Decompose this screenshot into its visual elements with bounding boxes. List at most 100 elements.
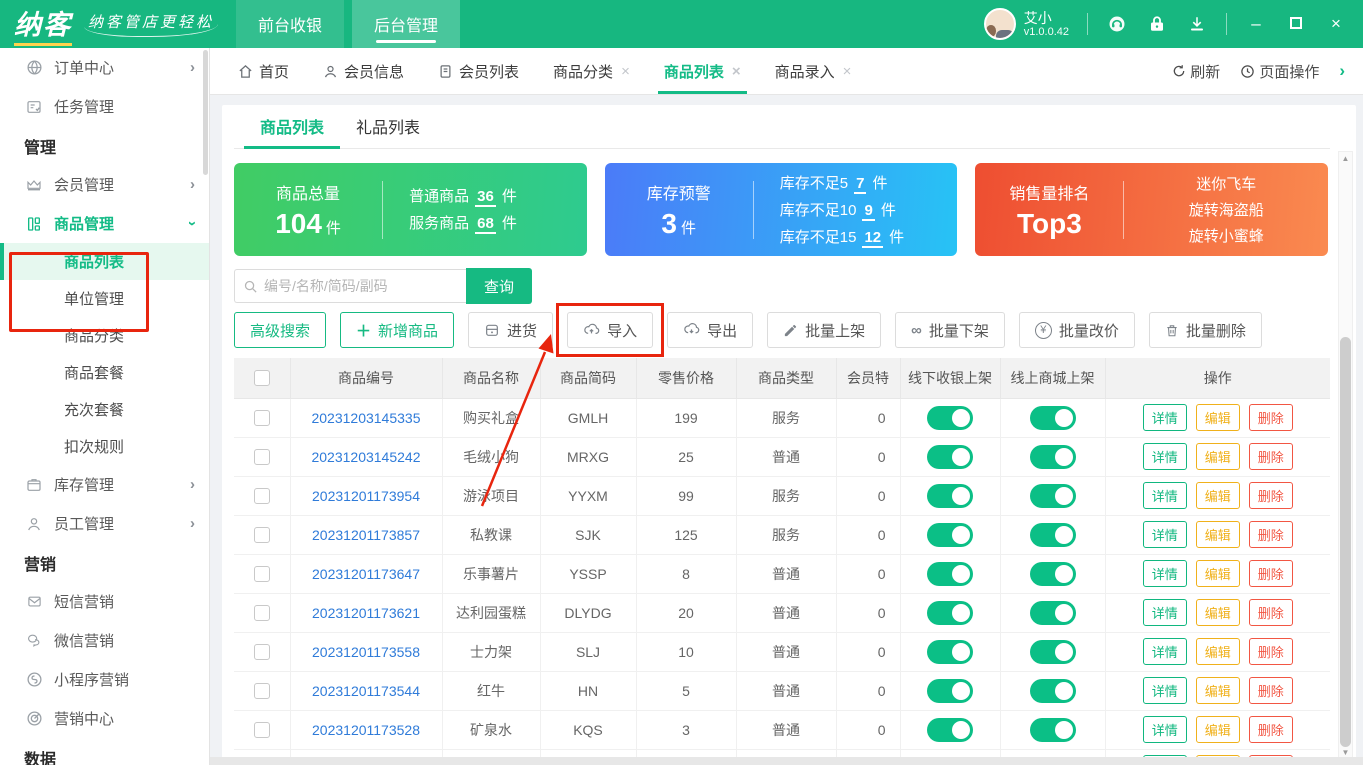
- sidebar-item-task-mgmt[interactable]: 任务管理: [0, 87, 209, 126]
- delete-button[interactable]: 删除: [1249, 638, 1293, 665]
- close-icon[interactable]: ×: [843, 63, 852, 80]
- sidebar-item-marketing-center[interactable]: 营销中心: [0, 699, 209, 738]
- detail-button[interactable]: 详情: [1143, 443, 1187, 470]
- offline-shelf-toggle[interactable]: [927, 640, 973, 664]
- panel-tab-goods-list[interactable]: 商品列表: [244, 104, 340, 148]
- sidebar-item-wechat-marketing[interactable]: 微信营销: [0, 621, 209, 660]
- delete-button[interactable]: 删除: [1249, 521, 1293, 548]
- online-shelf-toggle[interactable]: [1030, 562, 1076, 586]
- detail-button[interactable]: 详情: [1143, 482, 1187, 509]
- chevron-right-icon[interactable]: ›: [1339, 61, 1345, 81]
- delete-button[interactable]: 删除: [1249, 599, 1293, 626]
- online-shelf-toggle[interactable]: [1030, 718, 1076, 742]
- online-shelf-toggle[interactable]: [1030, 679, 1076, 703]
- nav-back-office[interactable]: 后台管理: [352, 0, 460, 48]
- batch-delete-button[interactable]: 批量删除: [1149, 312, 1262, 348]
- edit-button[interactable]: 编辑: [1196, 560, 1240, 587]
- offline-shelf-toggle[interactable]: [927, 718, 973, 742]
- goods-code-link[interactable]: 20231201173647: [312, 566, 420, 582]
- sidebar-item-miniapp-marketing[interactable]: 小程序营销: [0, 660, 209, 699]
- close-button[interactable]: ×: [1325, 14, 1347, 34]
- detail-button[interactable]: 详情: [1143, 638, 1187, 665]
- query-button[interactable]: 查询: [466, 268, 532, 304]
- online-shelf-toggle[interactable]: [1030, 445, 1076, 469]
- sidebar-subitem-goods-list[interactable]: 商品列表: [0, 243, 209, 280]
- edit-button[interactable]: 编辑: [1196, 443, 1240, 470]
- sidebar-item-order-center[interactable]: 订单中心 ›: [0, 48, 209, 87]
- goods-code-link[interactable]: 20231201173544: [312, 683, 420, 699]
- purchase-button[interactable]: 进货: [468, 312, 553, 348]
- row-checkbox[interactable]: [254, 449, 270, 465]
- sidebar-item-staff-mgmt[interactable]: 员工管理 ›: [0, 504, 209, 543]
- row-checkbox[interactable]: [254, 527, 270, 543]
- sidebar-subitem-deduct-rule[interactable]: 扣次规则: [0, 428, 209, 465]
- goods-code-link[interactable]: 20231201173528: [312, 722, 420, 738]
- delete-button[interactable]: 删除: [1249, 443, 1293, 470]
- online-shelf-toggle[interactable]: [1030, 406, 1076, 430]
- goods-code-link[interactable]: 20231203145242: [311, 449, 420, 465]
- online-shelf-toggle[interactable]: [1030, 523, 1076, 547]
- close-icon[interactable]: ×: [621, 63, 630, 80]
- offline-shelf-toggle[interactable]: [927, 484, 973, 508]
- sidebar-item-sms-marketing[interactable]: 短信营销: [0, 582, 209, 621]
- online-shelf-toggle[interactable]: [1030, 601, 1076, 625]
- edit-button[interactable]: 编辑: [1196, 599, 1240, 626]
- lock-icon[interactable]: [1146, 13, 1168, 35]
- offline-shelf-toggle[interactable]: [927, 562, 973, 586]
- row-checkbox[interactable]: [254, 566, 270, 582]
- tab-goods-entry[interactable]: 商品录入 ×: [775, 48, 852, 94]
- row-checkbox[interactable]: [254, 410, 270, 426]
- detail-button[interactable]: 详情: [1143, 599, 1187, 626]
- tab-goods-list[interactable]: 商品列表 ×: [664, 48, 741, 94]
- batch-price-button[interactable]: ¥ 批量改价: [1019, 312, 1135, 348]
- edit-button[interactable]: 编辑: [1196, 404, 1240, 431]
- offline-shelf-toggle[interactable]: [927, 523, 973, 547]
- offline-shelf-toggle[interactable]: [927, 679, 973, 703]
- detail-button[interactable]: 详情: [1143, 677, 1187, 704]
- scroll-up-arrow[interactable]: ▲: [1339, 152, 1352, 166]
- goods-code-link[interactable]: 20231201173621: [312, 605, 420, 621]
- row-checkbox[interactable]: [254, 605, 270, 621]
- sidebar-subitem-unit-mgmt[interactable]: 单位管理: [0, 280, 209, 317]
- tab-goods-category[interactable]: 商品分类 ×: [553, 48, 630, 94]
- import-button[interactable]: 导入: [567, 312, 653, 348]
- nav-front-cashier[interactable]: 前台收银: [236, 0, 344, 48]
- sidebar-subitem-goods-category[interactable]: 商品分类: [0, 317, 209, 354]
- delete-button[interactable]: 删除: [1249, 716, 1293, 743]
- delete-button[interactable]: 删除: [1249, 677, 1293, 704]
- row-checkbox[interactable]: [254, 683, 270, 699]
- row-checkbox[interactable]: [254, 722, 270, 738]
- edit-button[interactable]: 编辑: [1196, 482, 1240, 509]
- detail-button[interactable]: 详情: [1143, 716, 1187, 743]
- download-icon[interactable]: [1186, 13, 1208, 35]
- sidebar-item-goods-mgmt[interactable]: 商品管理 ›: [0, 204, 209, 243]
- export-button[interactable]: 导出: [667, 312, 753, 348]
- edit-button[interactable]: 编辑: [1196, 716, 1240, 743]
- sidebar-item-member-mgmt[interactable]: 会员管理 ›: [0, 165, 209, 204]
- online-shelf-toggle[interactable]: [1030, 640, 1076, 664]
- support-headset-icon[interactable]: [1106, 13, 1128, 35]
- scrollbar-thumb[interactable]: [1340, 337, 1351, 747]
- sidebar-subitem-goods-package[interactable]: 商品套餐: [0, 354, 209, 391]
- row-checkbox[interactable]: [254, 644, 270, 660]
- offline-shelf-toggle[interactable]: [927, 601, 973, 625]
- edit-button[interactable]: 编辑: [1196, 521, 1240, 548]
- tab-member-list[interactable]: 会员列表: [438, 48, 519, 94]
- tab-home[interactable]: 首页: [238, 48, 289, 94]
- close-icon[interactable]: ×: [732, 63, 741, 80]
- sidebar-subitem-recharge-package[interactable]: 充次套餐: [0, 391, 209, 428]
- goods-code-link[interactable]: 20231201173954: [312, 488, 420, 504]
- search-input[interactable]: [264, 278, 458, 294]
- batch-on-shelf-button[interactable]: 批量上架: [767, 312, 881, 348]
- edit-button[interactable]: 编辑: [1196, 638, 1240, 665]
- online-shelf-toggle[interactable]: [1030, 484, 1076, 508]
- user-box[interactable]: 艾小 v1.0.0.42: [984, 8, 1069, 40]
- delete-button[interactable]: 删除: [1249, 482, 1293, 509]
- detail-button[interactable]: 详情: [1143, 521, 1187, 548]
- offline-shelf-toggle[interactable]: [927, 406, 973, 430]
- delete-button[interactable]: 删除: [1249, 404, 1293, 431]
- offline-shelf-toggle[interactable]: [927, 445, 973, 469]
- sidebar-scrollbar[interactable]: [203, 50, 208, 175]
- row-checkbox[interactable]: [254, 488, 270, 504]
- goods-code-link[interactable]: 20231203145335: [311, 410, 420, 426]
